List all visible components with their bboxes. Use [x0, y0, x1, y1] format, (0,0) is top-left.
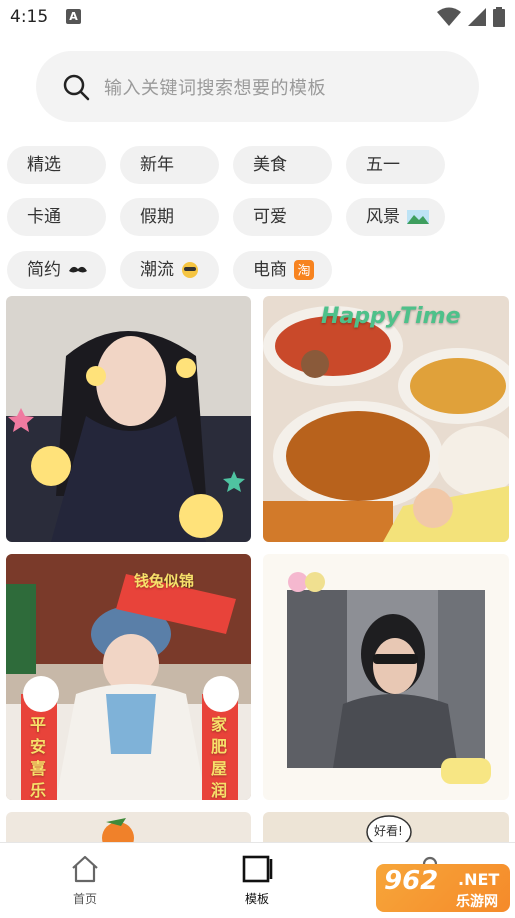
tag-dianshang[interactable]: 电商 淘 — [233, 251, 332, 289]
search-input[interactable]: 输入关键词搜索想要的模板 — [36, 51, 479, 122]
card-title: HappyTime — [321, 304, 461, 329]
status-icons — [437, 7, 505, 27]
tag-jiaqi[interactable]: 假期 — [120, 198, 219, 236]
nav-templates[interactable]: 模板 — [227, 855, 287, 907]
card-side-text-left: 平安喜乐 — [30, 715, 47, 800]
template-thumbnail — [263, 554, 509, 800]
template-card[interactable]: HappyTime — [263, 296, 509, 542]
card-side-text-right: 家肥屋润 — [211, 715, 228, 800]
template-card[interactable]: 钱兔似锦 平安喜乐 家肥屋润 — [6, 554, 251, 800]
tag-meishi[interactable]: 美食 — [233, 146, 332, 184]
template-card[interactable] — [263, 554, 509, 800]
tag-label: 美食 — [253, 155, 287, 175]
tag-label: 电商 — [253, 260, 287, 280]
tag-katong[interactable]: 卡通 — [7, 198, 106, 236]
tag-label: 精选 — [27, 155, 61, 175]
template-thumbnail — [6, 296, 251, 542]
tag-label: 风景 — [366, 207, 400, 227]
card-banner: 钱兔似锦 — [134, 572, 195, 590]
battery-icon — [493, 7, 505, 27]
watermark-logo: 962 .NET 乐游网 — [376, 864, 510, 912]
tag-xinnian[interactable]: 新年 — [120, 146, 219, 184]
cool-face-icon — [182, 262, 199, 278]
tag-label: 潮流 — [140, 260, 174, 280]
nav-templates-label: 模板 — [244, 892, 269, 906]
tag-label: 假期 — [140, 207, 174, 227]
tag-fengjing[interactable]: 风景 — [346, 198, 445, 236]
tag-label: 新年 — [140, 155, 174, 175]
nav-home[interactable]: 首页 — [55, 855, 115, 907]
tag-jianyue[interactable]: 简约 — [7, 251, 106, 289]
template-icon — [242, 855, 273, 883]
tag-label: 卡通 — [27, 207, 61, 227]
search-icon — [63, 74, 90, 101]
search-placeholder: 输入关键词搜索想要的模板 — [104, 78, 326, 99]
status-time: 4:15 — [10, 7, 49, 27]
svg-text:淘: 淘 — [298, 264, 311, 279]
shop-tag-icon: 淘 — [294, 260, 315, 280]
home-icon — [72, 855, 98, 883]
signal-icon — [468, 8, 486, 26]
mustache-icon — [69, 266, 88, 273]
template-card[interactable] — [6, 296, 251, 542]
watermark-sub: 乐游网 — [456, 894, 498, 910]
tag-label: 简约 — [27, 260, 61, 280]
landscape-icon — [407, 210, 430, 224]
tag-label: 可爱 — [253, 207, 287, 227]
status-bar: 4:15 A — [0, 0, 515, 34]
nav-home-label: 首页 — [72, 892, 97, 906]
notification-icon: A — [66, 9, 81, 24]
tag-jingxuan[interactable]: 精选 — [7, 146, 106, 184]
watermark-brand: 962 — [384, 866, 439, 896]
template-thumbnail — [263, 296, 509, 542]
tag-chaoliu[interactable]: 潮流 — [120, 251, 219, 289]
card-bubble-text: 好看! — [374, 824, 403, 838]
wifi-icon — [437, 7, 461, 26]
tag-wuyi[interactable]: 五一 — [346, 146, 445, 184]
tag-label: 五一 — [366, 155, 400, 175]
watermark-net: .NET — [458, 870, 500, 889]
tag-keai[interactable]: 可爱 — [233, 198, 332, 236]
